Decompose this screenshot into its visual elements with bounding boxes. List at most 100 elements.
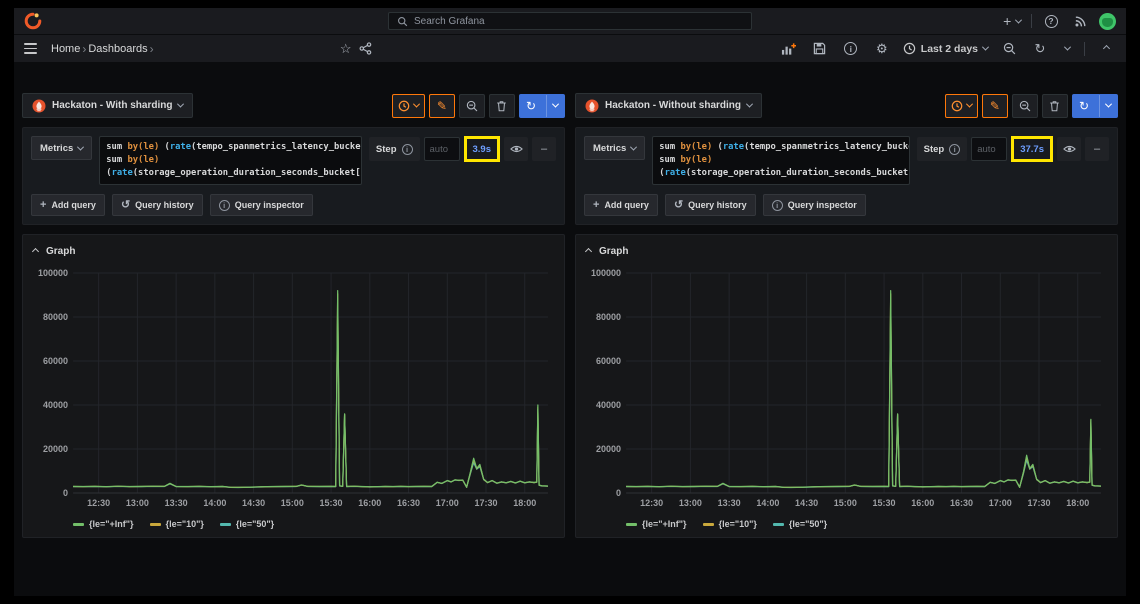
search-input[interactable]: Search Grafana [388,12,752,30]
add-query-button[interactable]: +Add query [31,194,105,216]
metrics-dropdown[interactable]: Metrics [584,136,645,160]
breadcrumb-separator: › [150,42,154,56]
legend-label: {le="10"} [166,519,204,529]
graph-plot[interactable]: 02000040000600008000010000012:3013:0013:… [586,263,1107,515]
query-history-button[interactable]: ↺Query history [665,194,756,216]
remove-query-button[interactable]: – [532,137,556,161]
divider [1084,42,1085,56]
clock-icon [398,100,410,112]
legend-dash [220,523,231,526]
query-inspector-button[interactable]: iQuery inspector [763,194,866,216]
news-icon[interactable] [1070,11,1090,31]
toggle-visibility-button[interactable] [1057,137,1081,161]
zoom-out-time-icon[interactable] [999,39,1019,59]
panel-without-sharding: Hackaton - Without sharding ✎ [575,93,1118,596]
query-history-button[interactable]: ↺Query history [112,194,203,216]
legend-label: {le="+Inf"} [642,519,687,529]
breadcrumb-dashboards[interactable]: Dashboards [88,43,147,55]
remove-query-button[interactable]: – [1085,137,1109,161]
query-inspector-button[interactable]: iQuery inspector [210,194,313,216]
legend-item[interactable]: {le="50"} [773,519,827,529]
clock-icon [951,100,963,112]
x-tick-label: 13:00 [679,498,702,508]
panel-with-sharding: Hackaton - With sharding ✎ [22,93,565,596]
y-tick-label: 60000 [596,356,621,366]
legend-label: {le="+Inf"} [89,519,134,529]
help-icon[interactable]: ? [1041,11,1061,31]
interval-value: 37.7s [1020,144,1044,155]
save-icon[interactable] [810,39,830,59]
legend-item[interactable]: {le="+Inf"} [626,519,687,529]
search-icon [397,16,408,27]
eye-icon [510,144,523,154]
time-override-button[interactable] [392,94,425,118]
x-tick-label: 15:00 [834,498,857,508]
y-tick-label: 40000 [43,400,68,410]
datasource-picker[interactable]: Hackaton - Without sharding [575,93,762,118]
info-icon[interactable]: i [402,144,413,155]
graph-legend: {le="+Inf"} {le="10"} {le="50"} [586,515,1107,531]
panel-title: Hackaton - Without sharding [605,100,741,111]
step-label: Step i [369,137,420,161]
legend-item[interactable]: {le="10"} [703,519,757,529]
x-tick-label: 16:00 [911,498,934,508]
legend-item[interactable]: {le="10"} [150,519,204,529]
new-button[interactable]: + [1002,11,1022,31]
grafana-app: Search Grafana + ? Home › Dashboards › ☆ [14,8,1126,596]
star-icon[interactable]: ☆ [336,39,356,59]
zoom-out-button[interactable] [459,94,485,118]
prometheus-icon [585,99,599,113]
run-query-button[interactable]: ↻ [519,94,565,118]
promql-editor[interactable]: sum by(le) (rate(tempo_spanmetrics_laten… [99,136,362,185]
legend-dash [703,523,714,526]
x-tick-label: 17:30 [1027,498,1050,508]
magnifier-minus-icon [1019,100,1031,112]
grafana-logo-icon[interactable] [24,12,42,30]
settings-gear-icon[interactable]: ⚙ [872,39,892,59]
legend-dash [626,523,637,526]
promql-editor[interactable]: sum by(le) (rate(tempo_spanmetrics_laten… [652,136,909,185]
refresh-interval-caret[interactable] [1061,39,1073,59]
share-icon[interactable] [356,39,376,59]
info-icon[interactable]: i [949,144,960,155]
legend-label: {le="10"} [719,519,757,529]
zoom-out-button[interactable] [1012,94,1038,118]
step-input[interactable] [424,137,460,161]
legend-item[interactable]: {le="+Inf"} [73,519,134,529]
x-tick-label: 17:30 [474,498,497,508]
menu-icon[interactable] [24,43,37,53]
time-override-button[interactable] [945,94,978,118]
time-range-picker[interactable]: Last 2 days [903,42,988,55]
legend-item[interactable]: {le="50"} [220,519,274,529]
x-tick-label: 15:30 [320,498,343,508]
add-panel-icon[interactable] [779,39,799,59]
step-label: Step i [917,137,968,161]
edit-button[interactable]: ✎ [429,94,455,118]
delete-button[interactable] [489,94,515,118]
graph-plot[interactable]: 02000040000600008000010000012:3013:0013:… [33,263,554,515]
collapse-toolbar-icon[interactable] [1096,39,1116,59]
add-query-button[interactable]: +Add query [584,194,658,216]
run-query-button[interactable]: ↻ [1072,94,1118,118]
x-tick-label: 17:00 [989,498,1012,508]
graph-collapse-toggle[interactable]: Graph [586,243,1107,259]
series-line [73,294,548,488]
datasource-picker[interactable]: Hackaton - With sharding [22,93,193,118]
edit-button[interactable]: ✎ [982,94,1008,118]
breadcrumb-separator: › [82,42,86,56]
y-tick-label: 100000 [38,268,68,278]
metrics-dropdown[interactable]: Metrics [31,136,92,160]
toggle-visibility-button[interactable] [504,137,528,161]
graph-collapse-toggle[interactable]: Graph [33,243,554,259]
breadcrumb-home[interactable]: Home [51,43,80,55]
x-tick-label: 16:00 [358,498,381,508]
avatar[interactable] [1099,13,1116,30]
graph-section: Graph 02000040000600008000010000012:3013… [575,234,1118,538]
delete-button[interactable] [1042,94,1068,118]
insights-icon[interactable]: i [841,39,861,59]
series-line [626,294,1101,488]
x-tick-label: 14:00 [203,498,226,508]
refresh-icon[interactable]: ↻ [1030,39,1050,59]
x-tick-label: 15:00 [281,498,304,508]
step-input[interactable] [971,137,1007,161]
